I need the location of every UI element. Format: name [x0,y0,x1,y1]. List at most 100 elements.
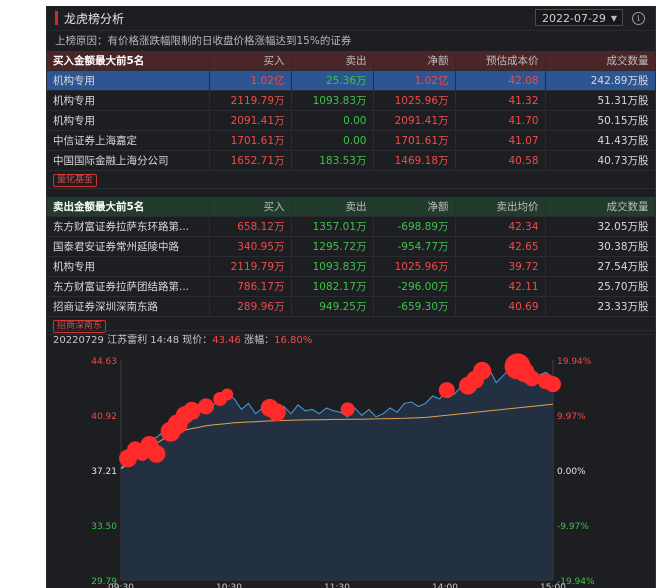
change-percent: 16.80% [274,335,313,346]
price-value: 42.65 [455,236,546,257]
seat-name: 招商证券深圳深南东路 [47,296,210,317]
chart-header-prefix: 20220729 江苏雷利 14:48 现价： [53,335,213,346]
col-buy[interactable]: 买入 [209,51,292,71]
sell-value: 1357.01万 [291,216,374,237]
price-value: 42.08 [455,70,546,91]
col-net[interactable]: 净额 [373,197,456,217]
table-row[interactable]: 国泰君安证券常州延陵中路 340.95万 1295.72万 -954.77万 4… [47,236,655,257]
price-value: 41.32 [455,90,546,111]
net-value: -954.77万 [373,236,456,257]
table-row[interactable]: 中国国际金融上海分公司 1652.71万 183.53万 1469.18万 40… [47,150,655,171]
table-row[interactable]: 东方财富证券拉萨团结路第... 786.17万 1082.17万 -296.00… [47,276,655,297]
volume-value: 25.70万股 [545,276,655,297]
table-row[interactable]: 机构专用 1.02亿 25.36万 1.02亿 42.08 242.89万股 [47,70,655,91]
net-value: -659.30万 [373,296,456,317]
price-value: 39.72 [455,256,546,277]
sell-table: 卖出金额最大前5名 买入 卖出 净额 卖出均价 成交数量 东方财富证券拉萨东环路… [47,197,655,335]
sell-value: 0.00 [291,130,374,151]
buy-table-header: 买入金额最大前5名 买入 卖出 净额 预估成本价 成交数量 [47,51,655,71]
seat-name: 中国国际金融上海分公司 [47,150,210,171]
y-tick-label-right: 9.97% [557,412,586,422]
y-tick-label-right: 0.00% [557,467,586,477]
buy-value: 340.95万 [209,236,292,257]
table-row[interactable]: 机构专用 2119.79万 1093.83万 1025.96万 39.72 27… [47,256,655,277]
buy-value: 289.96万 [209,296,292,317]
buy-value: 1701.61万 [209,130,292,151]
col-buy[interactable]: 买入 [209,197,292,217]
volume-value: 40.73万股 [545,150,655,171]
tag-row: 量化基金 [47,170,655,189]
trade-bubble [147,444,166,463]
y-tick-label-left: 44.63 [91,357,117,367]
buy-value: 2119.79万 [209,256,292,277]
volume-value: 23.33万股 [545,296,655,317]
net-value: -296.00万 [373,276,456,297]
buy-value: 2119.79万 [209,90,292,111]
sell-section-title: 卖出金额最大前5名 [47,197,210,217]
table-row[interactable]: 机构专用 2091.41万 0.00 2091.41万 41.70 50.15万… [47,110,655,131]
col-volume[interactable]: 成交数量 [545,51,655,71]
volume-value: 27.54万股 [545,256,655,277]
quant-fund-tag[interactable]: 量化基金 [53,173,98,187]
col-cost-price[interactable]: 预估成本价 [455,51,546,71]
net-value: 1469.18万 [373,150,456,171]
price-value: 40.58 [455,150,546,171]
panel-title: 龙虎榜分析 [64,11,125,26]
net-value: -698.89万 [373,216,456,237]
seat-name: 机构专用 [47,70,210,91]
sell-value: 1082.17万 [291,276,374,297]
sell-value: 1093.83万 [291,256,374,277]
price-value: 40.69 [455,296,546,317]
seat-name: 中信证券上海嘉定 [47,130,210,151]
buy-value: 658.12万 [209,216,292,237]
x-tick-label: 14:00 [432,583,458,588]
y-tick-label-right: 19.94% [557,357,592,367]
sell-value: 1093.83万 [291,90,374,111]
panel-header: 龙虎榜分析 2022-07-29 ▼ i [47,6,655,31]
date-dropdown[interactable]: 2022-07-29 ▼ [535,9,623,26]
buy-table: 买入金额最大前5名 买入 卖出 净额 预估成本价 成交数量 机构专用 1.02亿… [47,51,655,189]
col-sell-avg-price[interactable]: 卖出均价 [455,197,546,217]
seat-name: 国泰君安证券常州延陵中路 [47,236,210,257]
net-value: 1025.96万 [373,256,456,277]
volume-value: 30.38万股 [545,236,655,257]
table-row[interactable]: 机构专用 2119.79万 1093.83万 1025.96万 41.32 51… [47,90,655,111]
sell-value: 949.25万 [291,296,374,317]
date-value: 2022-07-29 [542,12,606,25]
trade-bubble [340,402,355,417]
col-sell[interactable]: 卖出 [291,51,374,71]
table-row[interactable]: 中信证券上海嘉定 1701.61万 0.00 1701.61万 41.07 41… [47,130,655,151]
x-tick-label: 15:00 [540,583,566,588]
seat-name: 机构专用 [47,90,210,111]
dragon-tiger-panel: 龙虎榜分析 2022-07-29 ▼ i 上榜原因：有价格涨跌幅限制的日收盘价格… [46,6,656,588]
y-tick-label-left: 37.21 [91,467,117,477]
seat-name: 机构专用 [47,256,210,277]
trade-bubble [197,398,214,415]
x-tick-label: 10:30 [216,583,242,588]
price-value: 42.11 [455,276,546,297]
price-value: 41.70 [455,110,546,131]
seat-name: 东方财富证券拉萨东环路第... [47,216,210,237]
volume-value: 50.15万股 [545,110,655,131]
col-sell[interactable]: 卖出 [291,197,374,217]
buy-section-title: 买入金额最大前5名 [47,51,210,71]
sell-value: 0.00 [291,110,374,131]
trade-bubble [267,403,286,422]
buy-value: 1.02亿 [209,70,292,91]
col-net[interactable]: 净额 [373,51,456,71]
price-value: 42.34 [455,216,546,237]
col-volume[interactable]: 成交数量 [545,197,655,217]
info-icon[interactable]: i [632,12,645,25]
seat-name: 东方财富证券拉萨团结路第... [47,276,210,297]
trade-bubble [221,388,234,401]
sell-value: 183.53万 [291,150,374,171]
table-row[interactable]: 东方财富证券拉萨东环路第... 658.12万 1357.01万 -698.89… [47,216,655,237]
trade-bubble [473,361,492,380]
title-accent-bar [55,11,58,25]
x-tick-label: 11:30 [324,583,350,588]
table-row[interactable]: 招商证券深圳深南东路 289.96万 949.25万 -659.30万 40.6… [47,296,655,317]
intraday-chart[interactable]: 44.63 19.94% 40.92 9.97% 37.21 0.00% 33.50 -9.9… [47,350,655,588]
volume-value: 41.43万股 [545,130,655,151]
price-value: 41.07 [455,130,546,151]
net-value: 2091.41万 [373,110,456,131]
